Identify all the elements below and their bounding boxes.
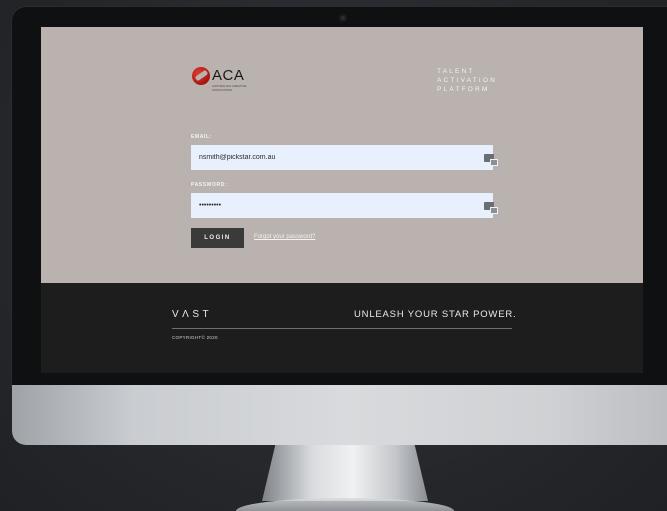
- tagline-line: ACTIVATION: [437, 77, 498, 84]
- footer-divider: [172, 328, 512, 329]
- login-button[interactable]: LOGIN: [191, 228, 244, 248]
- footer-brand: VΛST: [172, 309, 213, 320]
- logo-subtitle: AUSTRALIAN CREATIVE ASSOCIATION: [212, 84, 247, 92]
- tagline-line: PLATFORM: [437, 86, 490, 93]
- password-label: PASSWORD:: [191, 182, 228, 188]
- screen: ACA AUSTRALIAN CREATIVE ASSOCIATION TALE…: [41, 27, 643, 373]
- logo-name: ACA: [212, 67, 245, 84]
- footer-slogan: UNLEASH YOUR STAR POWER.: [354, 309, 517, 320]
- monitor-chin: [12, 385, 667, 445]
- login-panel: ACA AUSTRALIAN CREATIVE ASSOCIATION TALE…: [41, 27, 643, 283]
- monitor-stand: [262, 445, 428, 501]
- email-input[interactable]: [191, 145, 493, 170]
- password-input[interactable]: [191, 193, 493, 218]
- footer-copyright: COPYRIGHT© 2020: [172, 335, 218, 340]
- autofill-key-icon[interactable]: [484, 202, 498, 214]
- forgot-password-link[interactable]: Forgot your password?: [254, 234, 315, 240]
- email-label: EMAIL:: [191, 134, 212, 140]
- webcam: [339, 14, 347, 22]
- aca-logo-icon: [192, 67, 210, 85]
- autofill-key-icon[interactable]: [484, 154, 498, 166]
- platform-tagline: TALENT ACTIVATION PLATFORM: [437, 67, 497, 94]
- footer: VΛST UNLEASH YOUR STAR POWER. COPYRIGHT©…: [41, 283, 643, 373]
- tagline-line: TALENT: [437, 68, 475, 75]
